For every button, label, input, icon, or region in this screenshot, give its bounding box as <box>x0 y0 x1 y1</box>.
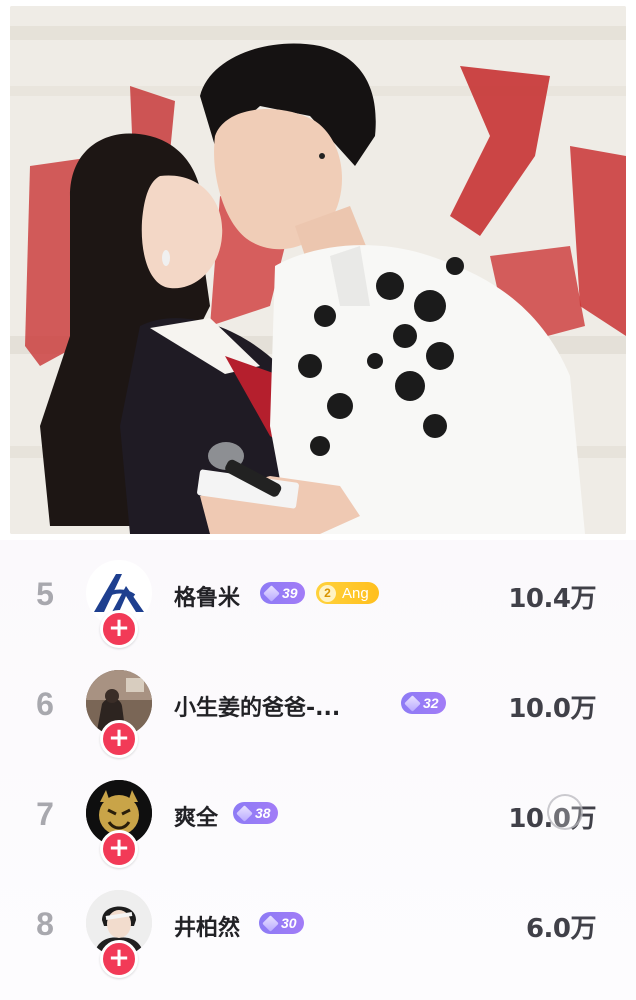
rank-number: 8 <box>36 906 54 942</box>
user-name: 小生姜的爸爸-... <box>174 696 341 721</box>
user-name: 爽全 <box>174 806 219 831</box>
user-name: 井柏然 <box>174 916 241 941</box>
follow-button[interactable]: + <box>100 940 138 978</box>
follow-button[interactable]: + <box>100 720 138 758</box>
touch-indicator <box>547 794 583 830</box>
gem-icon <box>236 804 253 822</box>
leaderboard-list: 5 + 格鲁米 39 2 Ang 10.4万 6 + 小生姜的爸爸-... 32… <box>0 540 636 1000</box>
contribution-score: 10.4万 <box>508 584 596 614</box>
rank-number: 5 <box>36 576 54 612</box>
follow-button[interactable]: + <box>100 830 138 868</box>
gem-icon <box>404 694 421 712</box>
contribution-score: 10.0万 <box>508 694 596 724</box>
level-badge: 39 <box>260 582 305 604</box>
user-name: 格鲁米 <box>174 586 241 611</box>
level-badge: 30 <box>259 912 304 934</box>
contribution-score: 6.0万 <box>525 914 597 944</box>
rank-number: 7 <box>36 796 54 832</box>
level-badge: 32 <box>401 692 446 714</box>
leaderboard-row[interactable]: 8 + 井柏然 30 6.0万 <box>0 870 636 980</box>
leaderboard-row[interactable]: 7 + 爽全 38 10.0万 <box>0 760 636 870</box>
gem-icon <box>262 914 279 932</box>
leaderboard-row[interactable]: 5 + 格鲁米 39 2 Ang 10.4万 <box>0 540 636 650</box>
level-badge: 38 <box>233 802 278 824</box>
rank-number: 6 <box>36 686 54 722</box>
follow-button[interactable]: + <box>100 610 138 648</box>
leaderboard-row[interactable]: 6 + 小生姜的爸爸-... 32 10.0万 <box>0 650 636 760</box>
fan-club-badge: 2 Ang <box>316 582 379 604</box>
gem-icon <box>263 584 280 602</box>
event-photo <box>10 6 626 534</box>
